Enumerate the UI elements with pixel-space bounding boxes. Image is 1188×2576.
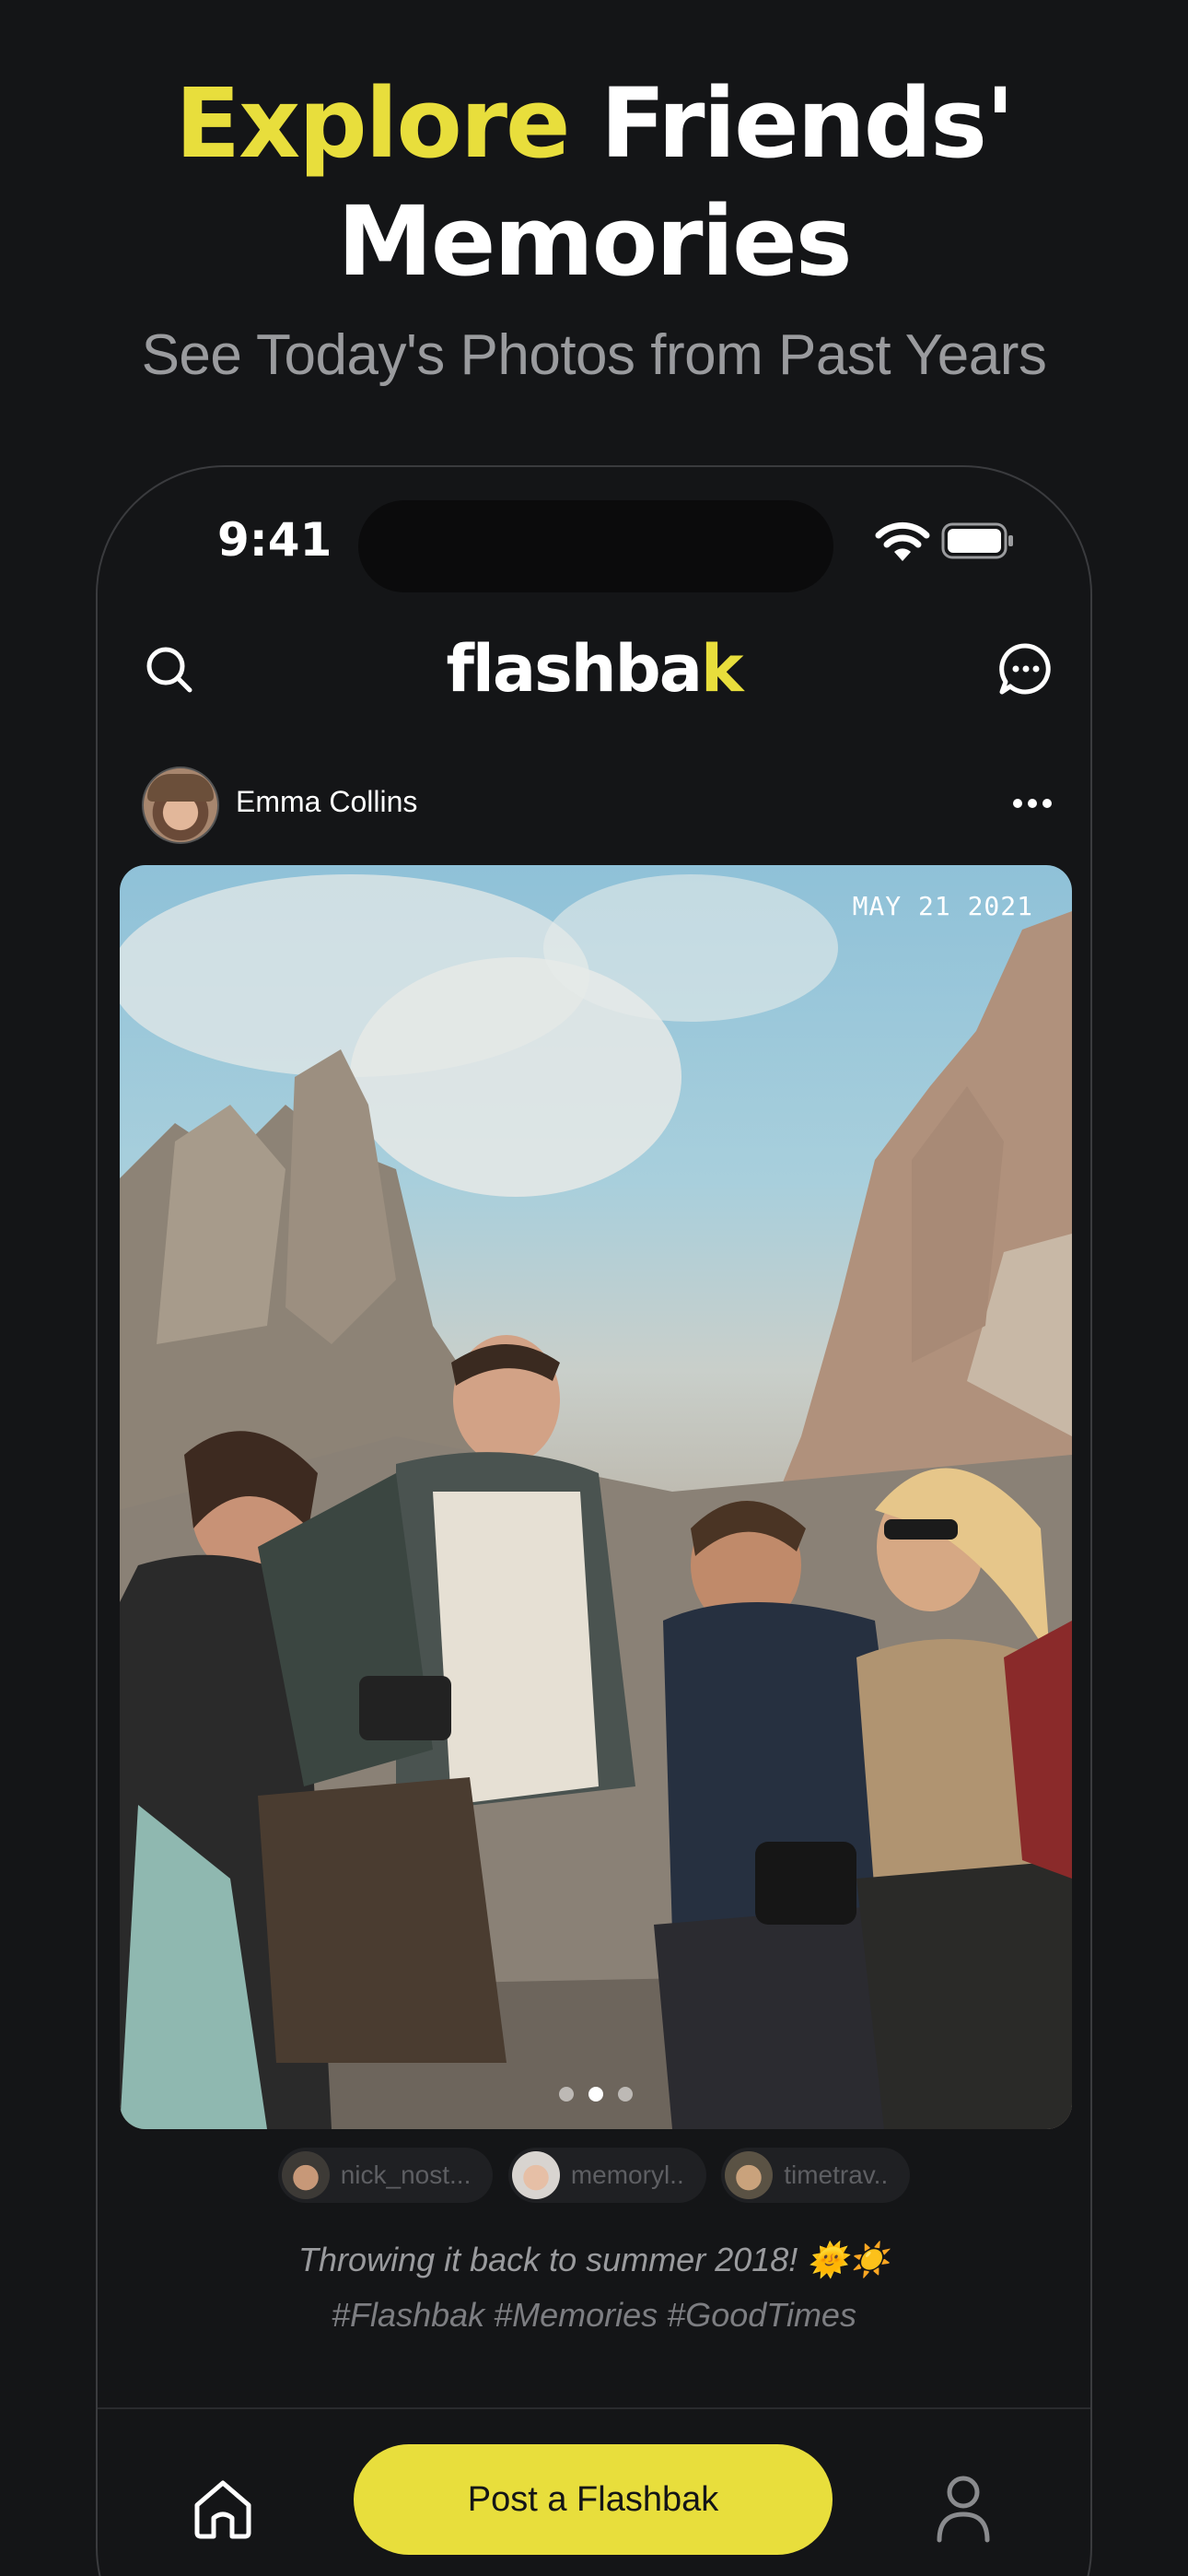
headline-line2: Memories [337,185,852,298]
tagged-friend-chip[interactable]: timetrav.. [721,2148,911,2203]
post-caption: Throwing it back to summer 2018! 🌞☀️ [298,2241,890,2278]
carousel-dot[interactable] [559,2087,574,2102]
post-photo[interactable]: MAY 21 2021 [120,865,1072,2129]
avatar [725,2151,774,2199]
profile-icon[interactable] [934,2474,993,2544]
wifi-icon [875,521,930,561]
tagged-friends: nick_nost... memoryl.. timetrav.. [98,2148,1090,2204]
battery-icon [941,522,1013,559]
avatar [281,2151,330,2199]
dynamic-island [358,500,833,592]
app-logo: flashbak [98,631,1090,707]
promo-subheadline: See Today's Photos from Past Years [141,323,1047,387]
tagged-friend-handle: memoryl.. [570,2160,684,2189]
status-time: 9:41 [217,513,332,567]
tagged-friend-chip[interactable]: nick_nost... [277,2148,494,2203]
photo-illustration [120,874,1072,2129]
promo-headline: Explore Friends' Memories [0,64,1188,300]
logo-main: flashba [446,631,703,707]
tagged-friend-handle: timetrav.. [784,2160,889,2189]
photo-date-stamp: MAY 21 2021 [852,891,1033,921]
app-header: flashbak [98,624,1090,716]
headline-accent: Explore [175,67,570,180]
post-username[interactable]: Emma Collins [236,785,417,819]
chat-bubble-icon[interactable] [997,640,1054,697]
bottom-nav-divider [98,2407,1090,2409]
avatar[interactable] [142,767,219,844]
tagged-friend-chip[interactable]: memoryl.. [507,2148,706,2203]
carousel-dot[interactable] [618,2087,633,2102]
more-horizontal-icon[interactable] [1009,785,1055,822]
avatar [511,2151,560,2199]
carousel-indicator [120,2087,1072,2106]
post-hashtags[interactable]: #Flashbak #Memories #GoodTimes [98,2296,1090,2335]
post-flashbak-button[interactable]: Post a Flashbak [354,2444,833,2555]
logo-accent: k [700,631,744,707]
phone-frame: 9:41 flashbak Emma Collins MAY 21 2021 n… [96,465,1092,2576]
carousel-dot-active[interactable] [588,2087,603,2102]
avatar-hat-shape [147,774,214,802]
home-icon[interactable] [190,2476,256,2542]
headline-rest: Friends' [600,67,1015,180]
tagged-friend-handle: nick_nost... [340,2160,472,2189]
